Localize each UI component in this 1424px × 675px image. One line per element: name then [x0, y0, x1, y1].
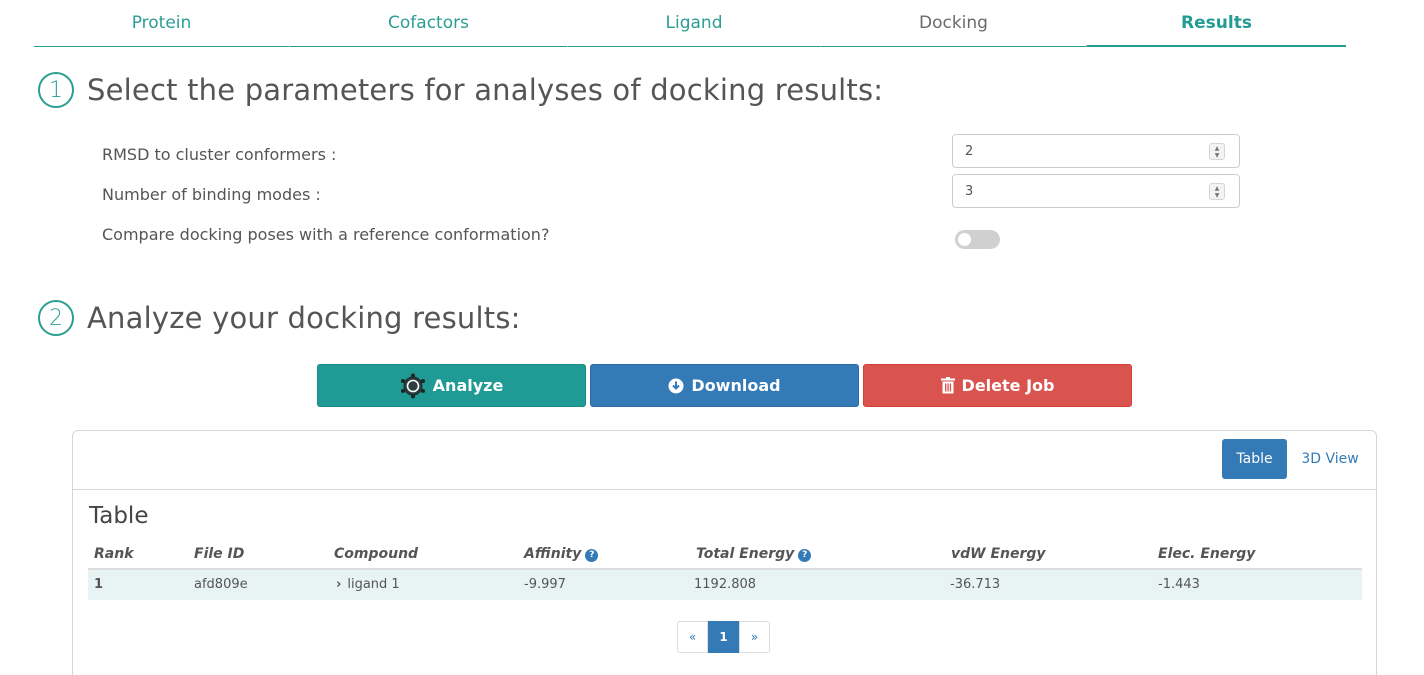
chevron-right-icon: › [336, 577, 342, 592]
download-button[interactable]: Download [590, 364, 859, 407]
compare-reference-label: Compare docking poses with a reference c… [102, 225, 550, 244]
tab-ligand[interactable]: Ligand [567, 0, 820, 47]
analyze-button[interactable]: Analyze [317, 364, 586, 407]
step-number-1: 1 [38, 72, 74, 108]
delete-job-label: Delete Job [961, 376, 1055, 395]
cell-compound[interactable]: › ligand 1 [336, 577, 400, 592]
rmsd-value: 2 [965, 143, 974, 159]
header-rank[interactable]: Rank [94, 546, 134, 562]
section-1-heading: 1 Select the parameters for analyses of … [38, 72, 883, 108]
header-elec-energy[interactable]: Elec. Energy [1158, 546, 1255, 562]
binding-modes-label: Number of binding modes : [102, 185, 321, 204]
rmsd-input[interactable]: 2 ▲ ▼ [952, 134, 1240, 168]
cell-total-energy: 1192.808 [694, 577, 757, 592]
help-icon[interactable]: ? [585, 548, 599, 562]
delete-job-button[interactable]: Delete Job [863, 364, 1132, 407]
header-compound[interactable]: Compound [334, 546, 418, 562]
section-2-title: Analyze your docking results: [87, 301, 521, 335]
3d-view-button[interactable]: 3D View [1295, 439, 1365, 479]
cell-affinity: -9.997 [524, 577, 566, 592]
results-panel: Table 3D View Table Rank File ID Compoun… [72, 430, 1377, 675]
table-header: Rank File ID Compound Affinity? Total En… [88, 538, 1362, 570]
trash-icon [940, 377, 955, 394]
header-total-energy[interactable]: Total Energy? [696, 546, 812, 562]
rmsd-spinner[interactable]: ▲ ▼ [1209, 143, 1225, 160]
panel-header: Table 3D View [73, 431, 1376, 490]
help-icon[interactable]: ? [798, 548, 812, 562]
cell-elec-energy: -1.443 [1158, 577, 1200, 592]
section-1-title: Select the parameters for analyses of do… [87, 73, 884, 107]
pagination-page-1[interactable]: 1 [708, 621, 739, 653]
header-affinity[interactable]: Affinity? [524, 546, 599, 562]
tab-cofactors[interactable]: Cofactors [289, 0, 567, 47]
tab-results[interactable]: Results [1086, 0, 1346, 47]
compare-reference-toggle[interactable] [955, 230, 1000, 249]
cell-rank: 1 [94, 577, 104, 592]
wizard-tabs: Protein Cofactors Ligand Docking Results [34, 0, 1346, 47]
table-view-button[interactable]: Table [1222, 439, 1287, 479]
cell-vdw-energy: -36.713 [950, 577, 1001, 592]
binding-modes-value: 3 [965, 183, 974, 199]
molecule-icon [400, 373, 426, 399]
table-row[interactable]: 1 afd809e › ligand 1 -9.997 1192.808 -36.… [88, 570, 1362, 600]
binding-modes-spinner[interactable]: ▲ ▼ [1209, 183, 1225, 200]
pagination-prev[interactable]: « [677, 621, 708, 653]
header-file-id[interactable]: File ID [194, 546, 244, 562]
results-table: Rank File ID Compound Affinity? Total En… [88, 538, 1362, 600]
tab-protein[interactable]: Protein [34, 0, 289, 47]
pagination: « 1 » [677, 621, 770, 653]
panel-title: Table [89, 503, 149, 529]
pagination-next[interactable]: » [739, 621, 770, 653]
binding-modes-input[interactable]: 3 ▲ ▼ [952, 174, 1240, 208]
tab-docking[interactable]: Docking [820, 0, 1086, 47]
cell-file-id: afd809e [194, 577, 248, 592]
step-number-2: 2 [38, 300, 74, 336]
download-label: Download [691, 376, 781, 395]
rmsd-label: RMSD to cluster conformers : [102, 145, 337, 164]
analyze-label: Analyze [432, 376, 504, 395]
download-icon [668, 378, 684, 394]
toggle-knob [958, 233, 971, 246]
section-2-heading: 2 Analyze your docking results: [38, 300, 521, 336]
header-vdw-energy[interactable]: vdW Energy [951, 546, 1046, 562]
